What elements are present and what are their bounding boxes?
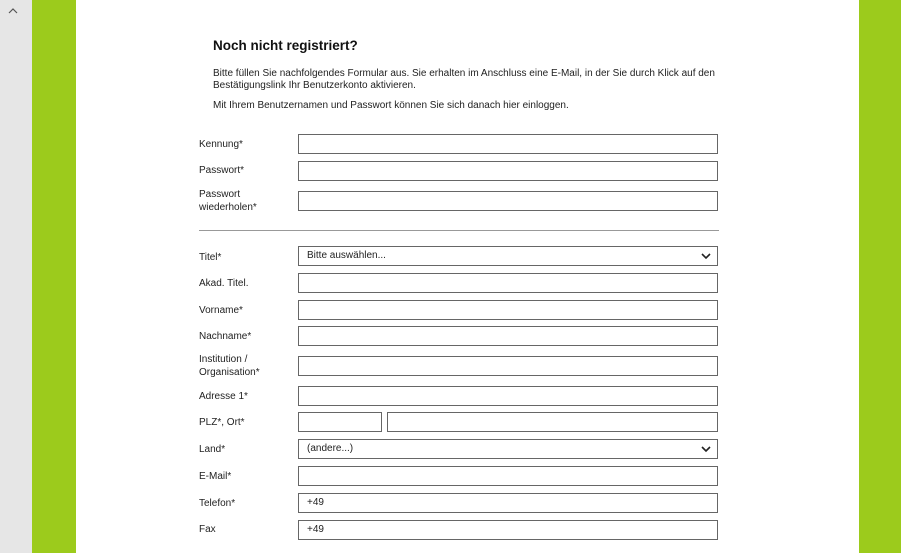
plz-ort-label: PLZ*, Ort* bbox=[199, 417, 245, 428]
land-select[interactable]: (andere...) bbox=[298, 439, 718, 459]
scroll-up-arrow-icon[interactable] bbox=[6, 4, 20, 18]
chevron-down-icon bbox=[701, 252, 711, 260]
scrollbar[interactable] bbox=[0, 0, 32, 553]
titel-label: Titel* bbox=[199, 252, 222, 263]
section-divider bbox=[199, 230, 719, 231]
akad-titel-label: Akad. Titel. bbox=[199, 278, 249, 289]
email-input[interactable] bbox=[298, 466, 718, 486]
land-select-value: (andere...) bbox=[307, 443, 354, 454]
telefon-input[interactable]: +49 bbox=[298, 493, 718, 513]
titel-select[interactable]: Bitte auswählen... bbox=[298, 246, 718, 266]
page-title: Noch nicht registriert? bbox=[213, 38, 358, 53]
passwort-label: Passwort* bbox=[199, 165, 245, 176]
kennung-input[interactable] bbox=[298, 134, 718, 154]
passwort-wiederholen-label-line1: Passwort bbox=[199, 189, 241, 200]
institution-label-line1: Institution / bbox=[199, 354, 248, 365]
email-label: E-Mail* bbox=[199, 471, 232, 482]
kennung-label: Kennung* bbox=[199, 139, 243, 150]
ort-input[interactable] bbox=[387, 412, 718, 432]
nachname-label: Nachname* bbox=[199, 331, 252, 342]
titel-select-value: Bitte auswählen... bbox=[307, 250, 386, 261]
land-label: Land* bbox=[199, 444, 226, 455]
vorname-input[interactable] bbox=[298, 300, 718, 320]
akad-titel-input[interactable] bbox=[298, 273, 718, 293]
login-hint-text: Mit Ihrem Benutzernamen und Passwort kön… bbox=[213, 100, 569, 111]
intro-text: Bitte füllen Sie nachfolgendes Formular … bbox=[213, 68, 715, 91]
nachname-input[interactable] bbox=[298, 326, 718, 346]
fax-input[interactable]: +49 bbox=[298, 520, 718, 540]
fax-label: Fax bbox=[199, 524, 216, 535]
left-accent-bar bbox=[32, 0, 76, 553]
telefon-label: Telefon* bbox=[199, 498, 236, 509]
chevron-down-icon bbox=[701, 445, 711, 453]
plz-input[interactable] bbox=[298, 412, 382, 432]
adresse1-label: Adresse 1* bbox=[199, 391, 248, 402]
passwort-wiederholen-label: Passwort wiederholen* bbox=[199, 188, 291, 214]
adresse1-input[interactable] bbox=[298, 386, 718, 406]
institution-label-line2: Organisation* bbox=[199, 367, 260, 378]
right-accent-bar bbox=[859, 0, 901, 553]
passwort-wiederholen-label-line2: wiederholen* bbox=[199, 202, 257, 213]
passwort-input[interactable] bbox=[298, 161, 718, 181]
vorname-label: Vorname* bbox=[199, 305, 243, 316]
institution-input[interactable] bbox=[298, 356, 718, 376]
institution-label: Institution / Organisation* bbox=[199, 353, 291, 379]
passwort-wiederholen-input[interactable] bbox=[298, 191, 718, 211]
